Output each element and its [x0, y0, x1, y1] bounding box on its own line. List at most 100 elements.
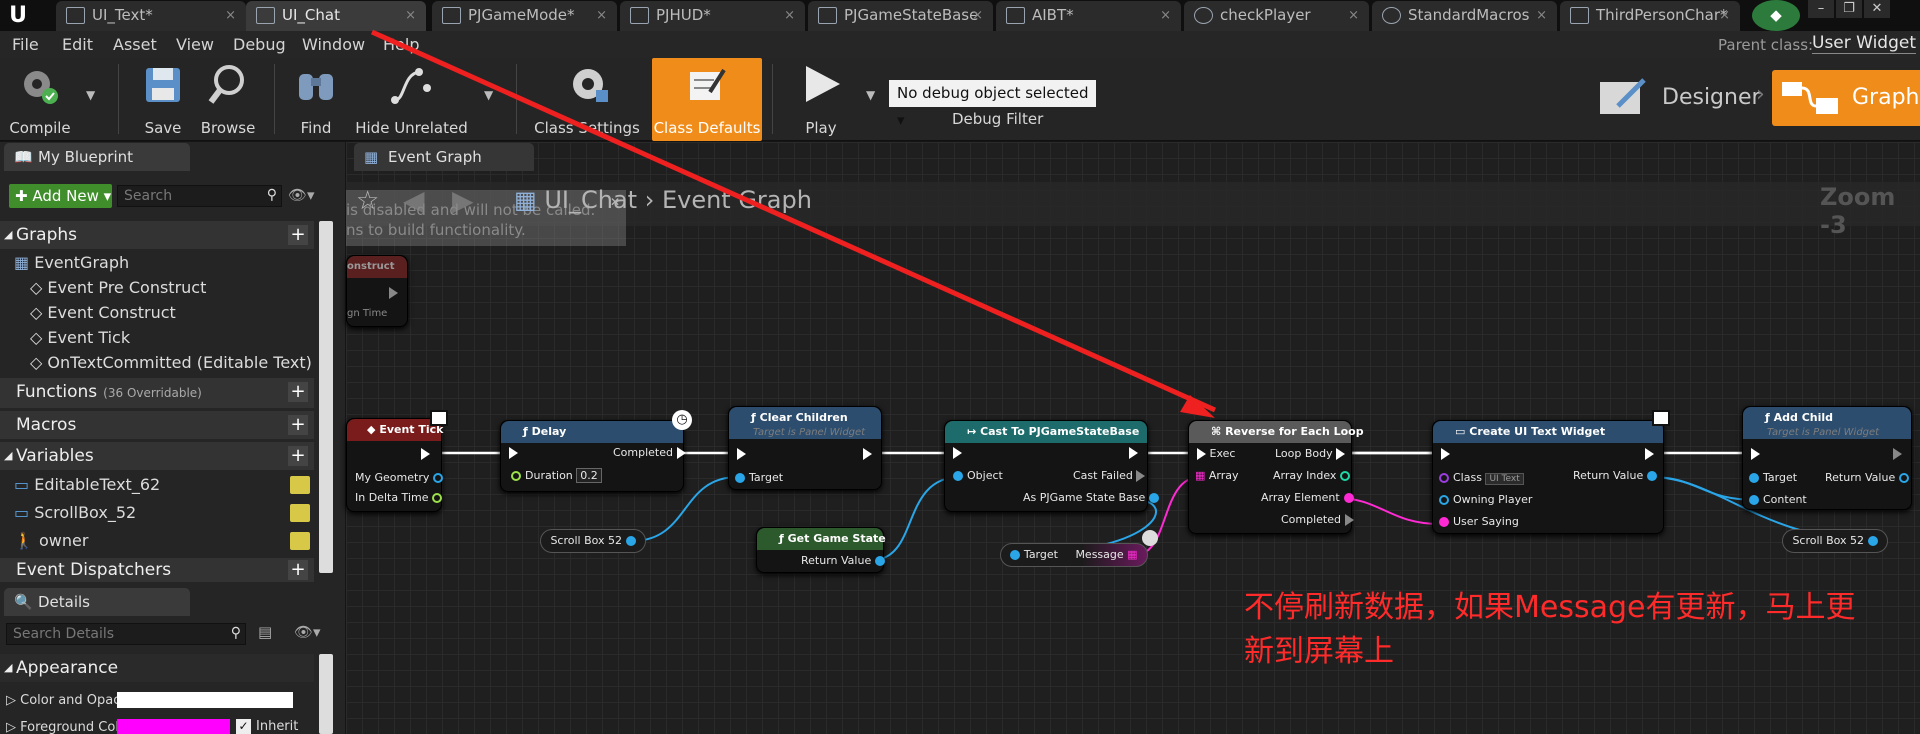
event-tick-node[interactable]: ◆ Event Tick My Geometry In Delta Time	[346, 418, 444, 512]
scrollbox-variable-getter[interactable]: Scroll Box 52	[540, 529, 646, 553]
pin-array-element[interactable]: Array Element	[1261, 491, 1358, 504]
node-title: Cast To PJGameStateBase	[980, 425, 1140, 438]
pin-completed[interactable]: Completed	[613, 446, 686, 459]
pin-label: Completed	[1281, 513, 1341, 526]
pin-label: Completed	[613, 446, 673, 459]
add-child-node[interactable]: ƒ Add Child Target is Panel Widget Targe…	[1742, 406, 1912, 510]
variable-getter-label: Message	[1075, 548, 1124, 561]
node-title: Create UI Text Widget	[1469, 425, 1606, 438]
pin-label: As PJGame State Base	[1023, 491, 1146, 504]
network-icon	[430, 410, 448, 426]
pin-label: Array Element	[1261, 491, 1340, 504]
node-subtitle: Target is Panel Widget	[1767, 427, 1880, 438]
pin-label: Cast Failed	[1073, 469, 1133, 482]
pin-label: Return Value	[1825, 471, 1896, 484]
annotation-arrow	[370, 29, 1217, 413]
node-header: ▭ Create UI Text Widget	[1433, 421, 1663, 443]
pin-label: Target	[1763, 471, 1798, 484]
pin-exec[interactable]: Exec	[1197, 447, 1235, 460]
node-header: ◆ Event Tick	[347, 419, 444, 441]
pin-return-value[interactable]: Return Value	[801, 554, 889, 567]
pin-label: Target	[749, 471, 784, 484]
pin-label: Owning Player	[1453, 493, 1533, 506]
pin-label: Return Value	[1573, 469, 1644, 482]
network-icon	[1142, 530, 1158, 546]
pin-label: Object	[967, 469, 1003, 482]
pin-my-geometry[interactable]: My Geometry	[355, 471, 447, 484]
pin-label: Exec	[1209, 447, 1236, 460]
pin-in-delta-time[interactable]: In Delta Time	[355, 491, 446, 504]
function-icon: ƒ	[1765, 411, 1770, 424]
variable-getter-label: Scroll Box 52	[550, 534, 623, 547]
exec-in-pin[interactable]	[737, 447, 746, 460]
exec-out-pin[interactable]	[1645, 447, 1654, 460]
annotation-line-2: 新到屏幕上	[1244, 634, 1394, 669]
scrollbox-variable-getter[interactable]: Scroll Box 52	[1782, 529, 1888, 553]
pin-label: Array Index	[1273, 469, 1337, 482]
pin-return-value[interactable]: Return Value	[1573, 469, 1661, 482]
pin-label: User Saying	[1453, 515, 1519, 528]
annotation-text: 不停刷新数据，如果Message有更新，马上更 新到屏幕上	[1244, 586, 1855, 674]
pin-array[interactable]: ▦ Array	[1195, 469, 1239, 482]
pin-label: Duration	[525, 469, 573, 482]
exec-in-pin[interactable]	[953, 446, 962, 459]
pin-loop-body[interactable]: Loop Body	[1275, 447, 1346, 460]
pin-label: My Geometry	[355, 471, 430, 484]
cast-to-pjgamestatebase-node[interactable]: ↦ Cast To PJGameStateBase Object Cast Fa…	[944, 420, 1160, 512]
node-title: Get Game State	[787, 532, 886, 545]
clock-icon: ◷	[672, 410, 692, 430]
cast-arrow-icon: ↦	[967, 425, 977, 438]
annotation-line-1: 不停刷新数据，如果Message有更新，马上更	[1244, 590, 1856, 625]
pin-return-value[interactable]: Return Value	[1825, 471, 1913, 484]
node-title: Reverse for Each Loop	[1225, 425, 1364, 438]
event-diamond-icon: ◆	[367, 423, 376, 436]
exec-in-pin[interactable]	[1441, 447, 1450, 460]
pin-cast-failed[interactable]: Cast Failed	[1073, 469, 1146, 482]
delay-node[interactable]: ƒ Delay Completed Duration 0.2	[500, 420, 686, 492]
class-select[interactable]: UI Text	[1485, 473, 1524, 485]
exec-in-pin[interactable]	[509, 446, 518, 459]
pin-class[interactable]: Class UI Text	[1435, 471, 1524, 485]
pin-target[interactable]: Target	[731, 471, 783, 484]
pin-user-saying[interactable]: User Saying	[1435, 515, 1519, 528]
pin-completed[interactable]: Completed	[1281, 513, 1354, 526]
pin-label: Return Value	[801, 554, 872, 567]
pin-label: Class	[1453, 471, 1482, 484]
message-variable-getter[interactable]: Target Message ▦	[1000, 543, 1148, 567]
pin-label: Loop Body	[1275, 447, 1333, 460]
pin-label: Array	[1208, 469, 1239, 482]
create-widget-node[interactable]: ▭ Create UI Text Widget Class UI Text Re…	[1432, 420, 1664, 534]
node-header: ↦ Cast To PJGameStateBase	[945, 421, 1147, 443]
exec-out-pin[interactable]	[1893, 447, 1902, 460]
clear-children-node[interactable]: ƒ Clear Children Target is Panel Widget …	[728, 406, 882, 490]
node-subtitle: Target is Panel Widget	[753, 427, 866, 438]
exec-out-pin[interactable]	[421, 447, 430, 460]
function-icon: ƒ	[751, 411, 756, 424]
pin-label: Content	[1763, 493, 1807, 506]
pin-object[interactable]: Object	[949, 469, 1003, 482]
exec-out-pin[interactable]	[1129, 446, 1138, 459]
exec-in-pin[interactable]	[1751, 447, 1760, 460]
exec-out-pin[interactable]	[863, 447, 872, 460]
duration-input[interactable]: 0.2	[576, 468, 602, 483]
node-header: ƒ Delay	[501, 421, 683, 443]
function-icon: ƒ	[523, 425, 528, 438]
variable-getter-label: Scroll Box 52	[1792, 534, 1865, 547]
pin-content[interactable]: Content	[1745, 493, 1807, 506]
pin-as-pjgamestatebase[interactable]: As PJGame State Base	[1023, 491, 1163, 504]
node-header: ƒ Get Game State	[757, 528, 886, 550]
widget-icon: ▭	[1455, 425, 1466, 438]
reverse-for-each-loop-node[interactable]: ⌘ Reverse for Each Loop Exec Loop Body ▦…	[1188, 420, 1364, 534]
pin-array-index[interactable]: Array Index	[1273, 469, 1354, 482]
pin-duration[interactable]: Duration 0.2	[507, 468, 602, 483]
pin-target[interactable]: Target	[1745, 471, 1797, 484]
network-icon	[1652, 410, 1670, 426]
function-icon: ƒ	[779, 532, 784, 545]
pin-owning-player[interactable]: Owning Player	[1435, 493, 1532, 506]
node-title: Clear Children	[759, 411, 848, 424]
get-game-state-node[interactable]: ƒ Get Game State Return Value	[756, 527, 886, 573]
node-title: Add Child	[1773, 411, 1834, 424]
macro-icon: ⌘	[1211, 425, 1222, 438]
array-pin-icon[interactable]: ▦	[1127, 548, 1137, 561]
pin-label: Target	[1023, 548, 1058, 561]
